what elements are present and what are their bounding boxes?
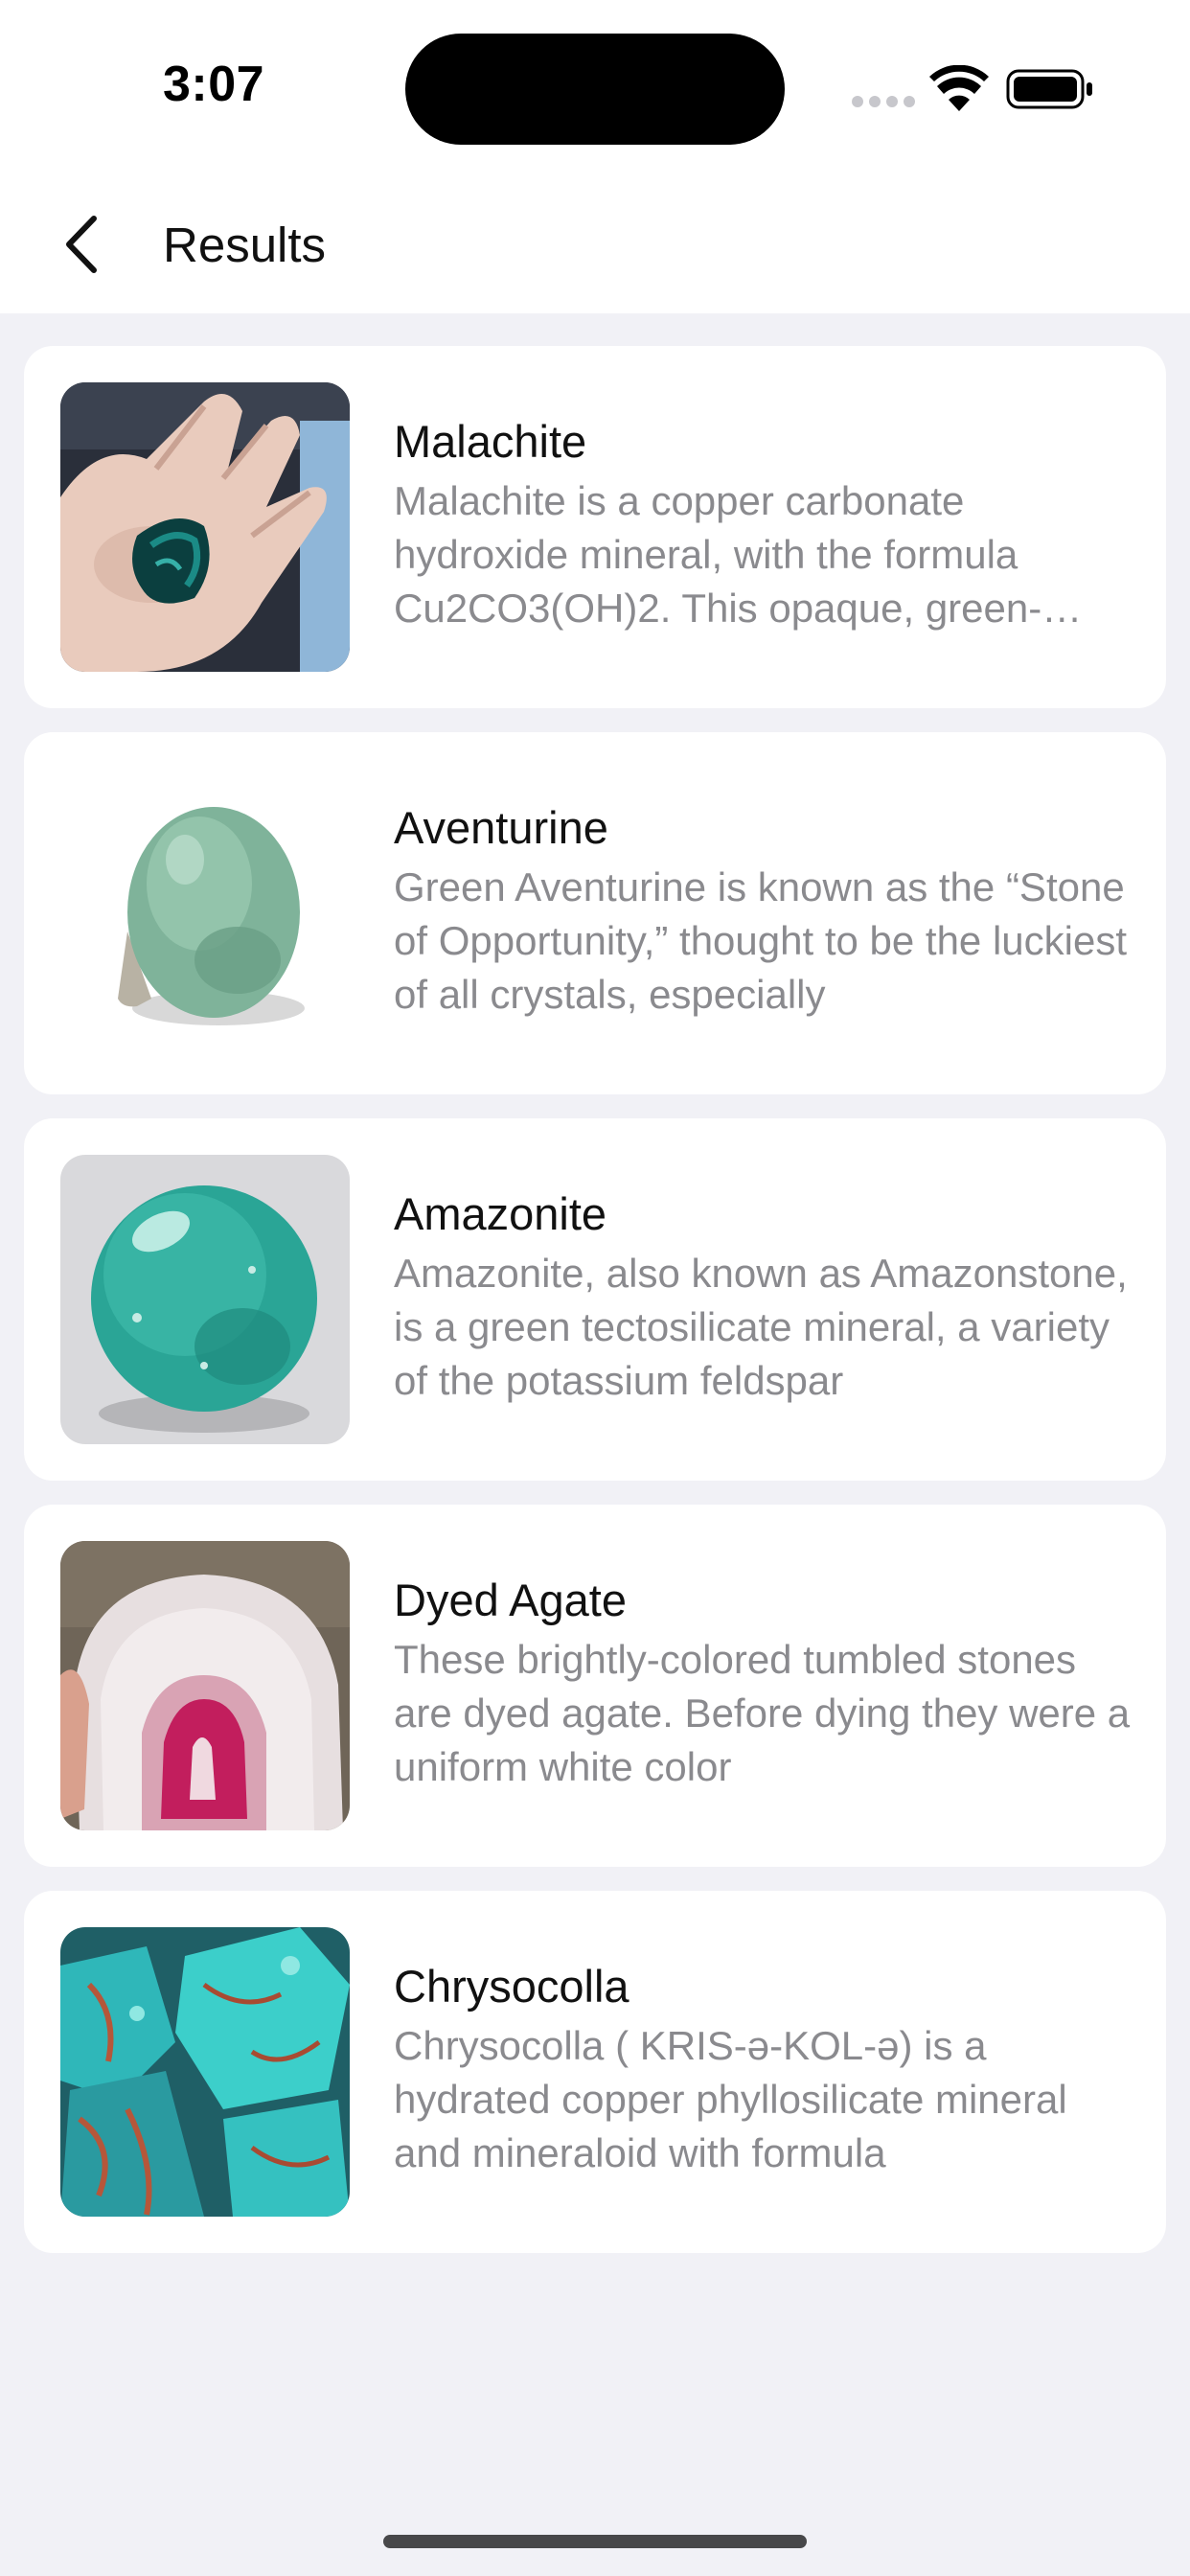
result-name: Malachite <box>394 416 587 467</box>
malachite-thumbnail <box>60 382 350 672</box>
result-description: Malachite is a copper carbonate hydroxid… <box>394 478 1042 631</box>
result-name: Aventurine <box>394 802 608 853</box>
result-card-aventurine[interactable]: Aventurine Green Aventurine is known as … <box>24 732 1166 1094</box>
wifi-icon <box>929 65 989 111</box>
page-title: Results <box>163 218 327 272</box>
dyed-agate-thumbnail <box>60 1541 350 1830</box>
chrysocolla-thumbnail <box>60 1927 350 2217</box>
cellular-signal-icon <box>852 96 915 109</box>
result-card-dyed-agate[interactable]: Dyed Agate These brightly-colored tumble… <box>24 1505 1166 1867</box>
result-description: These brightly-colored tumbled stones ar… <box>394 1637 1131 1789</box>
result-card-chrysocolla[interactable]: Chrysocolla Chrysocolla ( KRIS-ə-KOL-ə) … <box>24 1891 1166 2253</box>
result-description: Green Aventurine is known as the “Stone … <box>394 864 1128 1017</box>
result-name: Dyed Agate <box>394 1575 628 1625</box>
top-bar: 3:07 Results <box>0 0 1190 313</box>
result-name: Amazonite <box>394 1188 607 1239</box>
dynamic-island <box>405 34 785 145</box>
result-card-malachite[interactable]: Malachite Malachite is a copper carbonat… <box>24 346 1166 708</box>
status-time: 3:07 <box>163 57 265 112</box>
home-indicator[interactable] <box>383 2535 807 2548</box>
aventurine-thumbnail <box>60 769 350 1058</box>
results-screen: 3:07 Results Malachite Malachite is a co… <box>0 0 1190 2576</box>
result-card-amazonite[interactable]: Amazonite Amazonite, also known as Amazo… <box>24 1118 1166 1481</box>
back-arrow-icon[interactable] <box>57 211 109 278</box>
result-description: Amazonite, also known as Amazonstone, is… <box>394 1251 1128 1403</box>
result-name: Chrysocolla <box>394 1961 629 2012</box>
amazonite-thumbnail <box>60 1155 350 1444</box>
results-list: Malachite Malachite is a copper carbonat… <box>24 346 1166 2277</box>
battery-icon <box>1006 69 1092 109</box>
result-description: Chrysocolla ( KRIS-ə-KOL-ə) is a hydrate… <box>394 2023 1067 2175</box>
